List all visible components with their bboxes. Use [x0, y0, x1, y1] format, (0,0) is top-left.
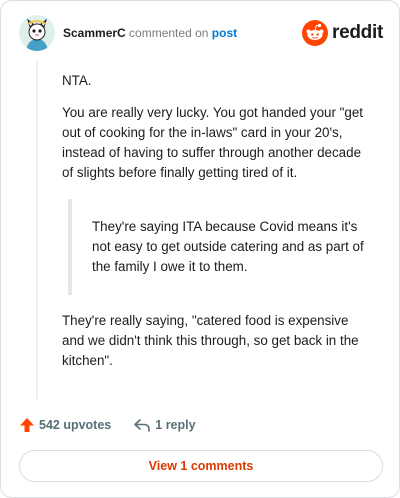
- reply-icon: [134, 419, 151, 432]
- reddit-logo-icon: [302, 20, 329, 46]
- avatar[interactable]: [19, 15, 55, 51]
- comment-body: NTA. You are really very lucky. You got …: [62, 71, 372, 383]
- meta-verb: commented on: [129, 26, 209, 40]
- brand[interactable]: reddit: [302, 19, 383, 47]
- reply-count: 1 reply: [155, 418, 196, 432]
- comment-card: ScammerC commented on post reddit NTA. Y…: [0, 0, 400, 498]
- username[interactable]: ScammerC: [63, 26, 126, 40]
- avatar-icon: [19, 15, 55, 51]
- comment-footer: 542 upvotes 1 reply: [19, 415, 196, 435]
- comment-paragraph: NTA.: [62, 73, 92, 88]
- view-comments-button[interactable]: View 1 comments: [19, 450, 383, 482]
- comment-header: ScammerC commented on post reddit: [19, 15, 383, 53]
- comment-paragraph: They're really saying, "catered food is …: [62, 313, 359, 368]
- post-link[interactable]: post: [212, 26, 237, 40]
- upvote-arrow-icon: [20, 418, 34, 432]
- quote-text: They're saying ITA because Covid means i…: [92, 219, 364, 274]
- brand-name: reddit: [332, 22, 383, 43]
- comment-paragraph: You are really very lucky. You got hande…: [62, 105, 364, 180]
- thread-line: [36, 61, 38, 399]
- reply-button[interactable]: 1 reply: [133, 417, 196, 433]
- block-quote: They're saying ITA because Covid means i…: [68, 199, 372, 295]
- comment-meta: ScammerC commented on post: [63, 26, 237, 40]
- upvote-count: 542 upvotes: [39, 418, 112, 432]
- upvote-button[interactable]: 542 upvotes: [19, 417, 111, 433]
